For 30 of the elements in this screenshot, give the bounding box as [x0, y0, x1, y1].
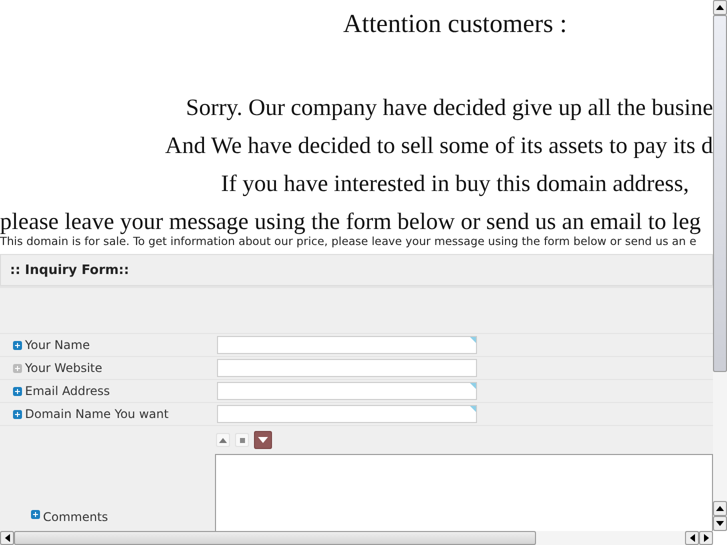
form-title: :: Inquiry Form:: — [10, 262, 130, 278]
notice-title: Attention customers : — [342, 8, 568, 40]
notice-line: And We have decided to sell some of its assets to pay its d — [165, 133, 713, 159]
stop-button[interactable] — [235, 433, 249, 447]
input-field[interactable] — [217, 336, 477, 354]
square-icon — [240, 438, 244, 442]
horizontal-scrollbar[interactable] — [0, 531, 713, 545]
input-field[interactable] — [217, 359, 477, 377]
input-field[interactable] — [217, 382, 477, 400]
scroll-down-icon — [716, 521, 724, 526]
notice-line: If you have interested in buy this domain address, — [221, 171, 689, 197]
input-field[interactable] — [217, 405, 477, 423]
field-label: Email Address — [25, 384, 110, 398]
scroll-left-icon — [4, 534, 10, 542]
dropdown-button[interactable] — [254, 431, 272, 449]
notice-line: Sorry. Our company have decided give up all the busine — [186, 95, 713, 121]
scroll-up-icon — [716, 506, 724, 511]
caret-icon — [258, 437, 268, 443]
field-label: Comments — [43, 510, 108, 524]
field-label: Your Website — [25, 361, 102, 375]
scroll-up-icon — [716, 5, 724, 10]
field-label: Domain Name You want — [25, 407, 169, 421]
triangle-up-icon — [219, 438, 227, 442]
up-button[interactable] — [216, 433, 230, 447]
vertical-scrollbar[interactable] — [713, 0, 727, 531]
field-label: Your Name — [25, 338, 90, 352]
scroll-right-icon — [704, 534, 708, 542]
scroll-left-icon — [690, 534, 694, 542]
notice-line: please leave your message using the form below or send us an email to leg — [0, 209, 701, 235]
sale-text: This domain is for sale. To get information about our price, please leave your message using the form below or send us an e — [0, 235, 696, 248]
